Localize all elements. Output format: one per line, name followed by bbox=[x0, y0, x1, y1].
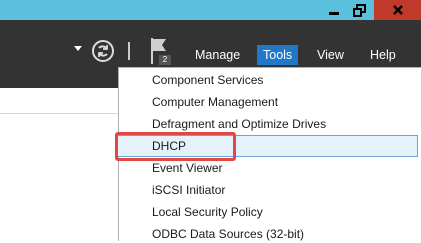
minimize-button[interactable] bbox=[322, 0, 346, 20]
dropdown-arrow-icon[interactable] bbox=[74, 46, 82, 51]
notifications-flag-button[interactable]: 2 bbox=[150, 37, 172, 65]
content-divider bbox=[0, 113, 118, 114]
menu-help[interactable]: Help bbox=[364, 45, 402, 65]
close-icon bbox=[392, 5, 403, 15]
menu-item-component-services[interactable]: Component Services bbox=[152, 71, 263, 89]
menu-item-computer-management[interactable]: Computer Management bbox=[152, 93, 278, 111]
menu-item-odbc-data-sources[interactable]: ODBC Data Sources (32-bit) bbox=[152, 225, 304, 243]
annotation-highlight-box bbox=[115, 132, 236, 161]
menu-item-defragment-drives[interactable]: Defragment and Optimize Drives bbox=[152, 115, 326, 133]
notification-count-badge: 2 bbox=[159, 55, 171, 65]
toolbar-separator bbox=[128, 42, 130, 60]
menu-item-local-security-policy[interactable]: Local Security Policy bbox=[152, 203, 263, 221]
refresh-button[interactable] bbox=[92, 40, 114, 62]
menu-manage[interactable]: Manage bbox=[189, 45, 246, 65]
restore-button[interactable] bbox=[346, 0, 372, 20]
menu-item-iscsi-initiator[interactable]: iSCSI Initiator bbox=[152, 181, 225, 199]
menu-view[interactable]: View bbox=[311, 45, 350, 65]
minimize-icon bbox=[329, 12, 339, 15]
refresh-icon bbox=[98, 45, 108, 57]
close-button[interactable] bbox=[374, 0, 421, 20]
restore-icon bbox=[352, 3, 366, 17]
menu-item-event-viewer[interactable]: Event Viewer bbox=[152, 159, 222, 177]
menu-tools[interactable]: Tools bbox=[257, 45, 299, 65]
